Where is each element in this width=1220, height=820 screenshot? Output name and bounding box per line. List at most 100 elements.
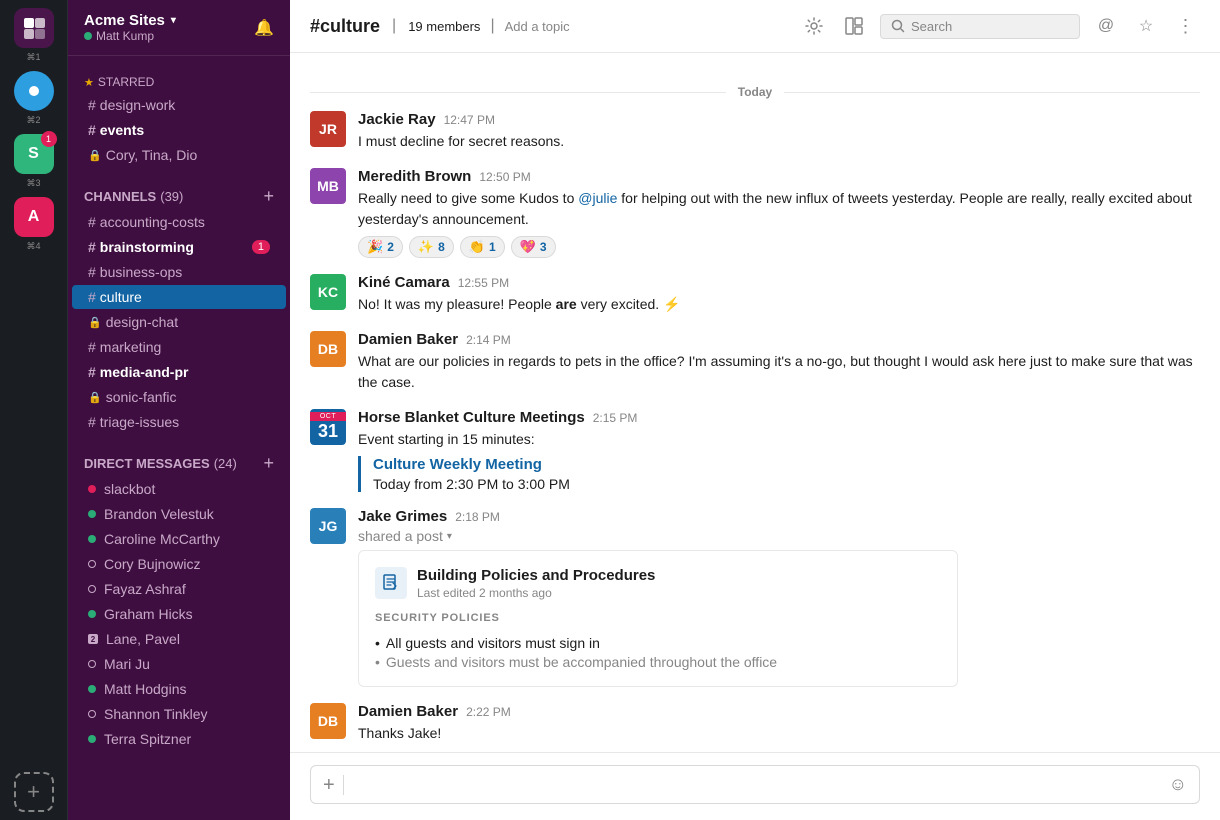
event-title-link[interactable]: Culture Weekly Meeting [373, 456, 542, 473]
settings-icon[interactable] [800, 12, 828, 40]
reaction-heart[interactable]: 💖3 [511, 236, 556, 258]
message-content: Jake Grimes 2:18 PM shared a post ▾ Buil… [358, 508, 1200, 687]
user-status-dot [84, 32, 92, 40]
workspace-dropdown-icon: ▾ [171, 15, 176, 26]
dm-name: Fayaz Ashraf [104, 581, 186, 597]
dm-item-brandon[interactable]: Brandon Velestuk [72, 502, 286, 526]
layout-icon[interactable] [840, 12, 868, 40]
channel-header-right: @ ☆ ⋮ [800, 12, 1200, 40]
post-card[interactable]: Building Policies and Procedures Last ed… [358, 550, 958, 687]
message-header: Damien Baker 2:22 PM [358, 703, 1200, 720]
online-status [88, 610, 96, 618]
workspace-icon-3[interactable]: S 1 [14, 134, 54, 174]
reaction-sparkles[interactable]: ✨8 [409, 236, 454, 258]
dm-name: Caroline McCarthy [104, 531, 220, 547]
channel-item-sonic-fanfic[interactable]: 🔒 sonic-fanfic [72, 385, 286, 409]
workspace-name[interactable]: Acme Sites ▾ [84, 12, 176, 29]
dm-item-slackbot[interactable]: slackbot [72, 477, 286, 501]
message-content: Damien Baker 2:22 PM Thanks Jake! [358, 703, 1200, 744]
add-workspace-button[interactable]: + [14, 772, 54, 812]
starred-item-design-work[interactable]: # design-work [72, 93, 286, 117]
post-edited: Last edited 2 months ago [417, 586, 655, 600]
message-content: Horse Blanket Culture Meetings 2:15 PM E… [358, 409, 1200, 492]
dm-item-graham[interactable]: Graham Hicks [72, 602, 286, 626]
dm-section: DIRECT MESSAGES (24) + slackbot Brandon … [68, 450, 290, 751]
add-channel-button[interactable]: + [263, 187, 274, 205]
reaction-party[interactable]: 🎉2 [358, 236, 403, 258]
channel-header: #culture | 19 members | Add a topic @ ☆ … [290, 0, 1220, 53]
channel-item-triage-issues[interactable]: # triage-issues [72, 410, 286, 434]
dm-item-lane-pavel[interactable]: 2 Lane, Pavel [72, 627, 286, 651]
message-content: Jackie Ray 12:47 PM I must decline for s… [358, 111, 1200, 152]
channels-label: CHANNELS (39) [84, 189, 183, 204]
hash-icon: # [88, 97, 96, 113]
divider: | [392, 17, 396, 35]
dm-item-cory[interactable]: Cory Bujnowicz [72, 552, 286, 576]
date-divider: Today [310, 85, 1200, 99]
reaction-clap[interactable]: 👏1 [460, 236, 505, 258]
message-input[interactable] [352, 777, 1161, 793]
avatar-damien-baker-2: DB [310, 703, 346, 739]
share-caret-icon: ▾ [447, 531, 452, 542]
channel-meta: 19 members | Add a topic [408, 17, 569, 35]
dm-item-mari[interactable]: Mari Ju [72, 652, 286, 676]
dm-item-matt[interactable]: Matt Hodgins [72, 677, 286, 701]
message-text: What are our policies in regards to pets… [358, 351, 1200, 393]
avatar-kine-camara: KC [310, 274, 346, 310]
message-author: Jackie Ray [358, 111, 436, 128]
message-time: 12:47 PM [444, 113, 495, 127]
app-icon-label-1: ⌘1 [26, 52, 40, 63]
sidebar-header: Acme Sites ▾ Matt Kump 🔔 [68, 0, 290, 56]
message-header: Meredith Brown 12:50 PM [358, 168, 1200, 185]
message-time: 2:14 PM [466, 333, 511, 347]
mention-julie[interactable]: @julie [578, 190, 617, 206]
post-title: Building Policies and Procedures [417, 567, 655, 584]
workspace-icon-2[interactable] [14, 71, 54, 111]
hash-icon: # [88, 122, 96, 138]
emoji-picker-button[interactable]: ☺ [1169, 774, 1187, 795]
channel-item-accounting-costs[interactable]: # accounting-costs [72, 210, 286, 234]
channel-item-media-and-pr[interactable]: # media-and-pr [72, 360, 286, 384]
channel-item-culture[interactable]: # culture [72, 285, 286, 309]
star-channel-icon[interactable]: ☆ [1132, 12, 1160, 40]
workspace-icon-1[interactable] [14, 8, 54, 48]
at-mention-icon[interactable]: @ [1092, 12, 1120, 40]
hash-icon: # [88, 339, 96, 355]
message-kine-camara: KC Kiné Camara 12:55 PM No! It was my pl… [310, 274, 1200, 315]
dm-item-caroline[interactable]: Caroline McCarthy [72, 527, 286, 551]
starred-section: ★ STARRED # design-work # events 🔒 Cory,… [68, 72, 290, 167]
search-box[interactable] [880, 14, 1080, 39]
hash-icon: # [88, 414, 96, 430]
add-dm-button[interactable]: + [263, 454, 274, 472]
app-icon-label-4: ⌘4 [26, 241, 40, 252]
offline-status [88, 660, 96, 668]
calendar-month: OCT [310, 412, 346, 421]
message-time: 12:50 PM [479, 170, 530, 184]
channel-item-business-ops[interactable]: # business-ops [72, 260, 286, 284]
offline-status [88, 710, 96, 718]
message-time: 2:15 PM [593, 411, 638, 425]
add-attachment-button[interactable]: + [323, 775, 335, 795]
search-input[interactable] [911, 19, 1051, 34]
message-header: Damien Baker 2:14 PM [358, 331, 1200, 348]
starred-label: ★ STARRED [68, 72, 290, 92]
dm-item-terra[interactable]: Terra Spitzner [72, 727, 286, 751]
channel-item-design-chat[interactable]: 🔒 design-chat [72, 310, 286, 334]
channel-item-brainstorming[interactable]: # brainstorming 1 [72, 235, 286, 259]
more-options-icon[interactable]: ⋮ [1172, 12, 1200, 40]
dm-name: Cory Bujnowicz [104, 556, 200, 572]
dm-item-fayaz[interactable]: Fayaz Ashraf [72, 577, 286, 601]
input-divider [343, 775, 344, 795]
channel-item-marketing[interactable]: # marketing [72, 335, 286, 359]
avatar-damien-baker: DB [310, 331, 346, 367]
starred-item-events[interactable]: # events [72, 118, 286, 142]
dm-name: Mari Ju [104, 656, 150, 672]
starred-item-cory-tina-dio[interactable]: 🔒 Cory, Tina, Dio [72, 143, 286, 167]
dm-item-shannon[interactable]: Shannon Tinkley [72, 702, 286, 726]
workspace-icon-4[interactable]: A [14, 197, 54, 237]
dm-name: Shannon Tinkley [104, 706, 208, 722]
event-time: Today from 2:30 PM to 3:00 PM [373, 476, 1200, 492]
message-author: Horse Blanket Culture Meetings [358, 409, 585, 426]
notification-bell-icon[interactable]: 🔔 [254, 18, 274, 38]
add-topic-link[interactable]: Add a topic [505, 19, 570, 34]
